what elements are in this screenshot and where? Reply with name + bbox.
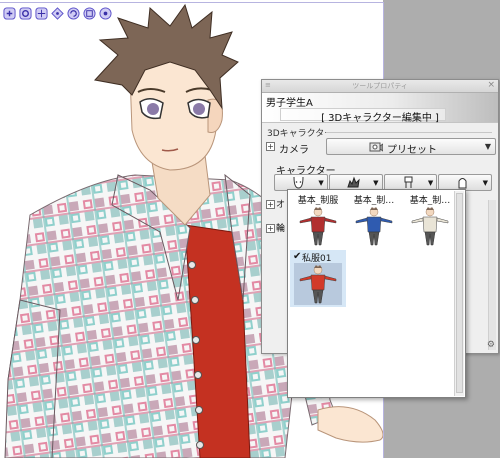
preset-thumbnail[interactable]: 基本_制… bbox=[402, 192, 458, 249]
pan-icon[interactable] bbox=[34, 6, 48, 20]
close-icon[interactable]: × bbox=[487, 80, 495, 90]
tool-name: 男子学生A bbox=[266, 98, 313, 109]
preset-preview-image bbox=[294, 263, 342, 305]
chevron-down-icon: ▼ bbox=[484, 142, 491, 151]
camera-icon bbox=[369, 142, 383, 152]
section-divider bbox=[326, 132, 492, 133]
chevron-down-icon: ▼ bbox=[318, 179, 324, 187]
popup-scroll-thumb[interactable] bbox=[456, 193, 463, 393]
camera-preset-value: プリセット bbox=[387, 145, 437, 156]
chevron-down-icon: ▼ bbox=[427, 179, 434, 187]
hair-icon bbox=[347, 176, 360, 188]
preset-thumbnail[interactable]: ✔ 私服01 bbox=[290, 250, 346, 307]
camera-row: + カメラ プリセット ▼ bbox=[266, 138, 496, 156]
chevron-down-icon: ▼ bbox=[373, 179, 379, 187]
body-icon bbox=[404, 176, 412, 188]
panel-scrollbar[interactable] bbox=[488, 200, 496, 350]
preset-thumbnail[interactable]: 基本_制… bbox=[346, 192, 402, 249]
collapsed-row-label: 輪 bbox=[276, 224, 286, 234]
rotate-object-icon[interactable] bbox=[66, 6, 80, 20]
face-icon bbox=[293, 176, 304, 189]
wrench-icon[interactable]: ⚙ bbox=[487, 340, 495, 350]
expand-outline-icon[interactable]: + bbox=[266, 224, 275, 233]
panel-title: ツールプロパティ bbox=[352, 82, 408, 90]
panel-header: 男子学生A [ 3Dキャラクター編集中 ] bbox=[262, 93, 498, 124]
popup-scrollbar[interactable] bbox=[454, 191, 464, 396]
expand-camera-icon[interactable]: + bbox=[266, 142, 275, 151]
preset-preview-image bbox=[406, 205, 454, 247]
camera-preset-select[interactable]: プリセット ▼ bbox=[326, 138, 496, 156]
move-icon[interactable] bbox=[2, 6, 16, 20]
edit-mode-label: [ 3Dキャラクター編集中 ] bbox=[321, 113, 439, 124]
preset-preview-image bbox=[350, 205, 398, 247]
preset-preview-image bbox=[294, 205, 342, 247]
preset-thumbnail[interactable]: 基本_制服 bbox=[290, 192, 346, 249]
collapsed-row-label: オ bbox=[276, 200, 286, 210]
dolly-icon[interactable] bbox=[98, 6, 112, 20]
panel-titlebar[interactable]: ≡ ツールプロパティ × bbox=[262, 80, 498, 93]
checkmark-icon: ✔ bbox=[293, 251, 302, 262]
rotate-icon[interactable] bbox=[18, 6, 32, 20]
camera-move-icon[interactable] bbox=[50, 6, 64, 20]
camera-label: カメラ bbox=[279, 145, 309, 156]
expand-option-icon[interactable]: + bbox=[266, 200, 275, 209]
character-preset-popup: 基本_制服 基本_制… 基本_制… ✔ 私服01 bbox=[287, 189, 466, 398]
accessory-icon bbox=[458, 178, 467, 189]
scale-icon[interactable] bbox=[82, 6, 96, 20]
3d-manipulator-toolbar bbox=[2, 6, 112, 20]
chevron-down-icon: ▼ bbox=[482, 179, 488, 187]
